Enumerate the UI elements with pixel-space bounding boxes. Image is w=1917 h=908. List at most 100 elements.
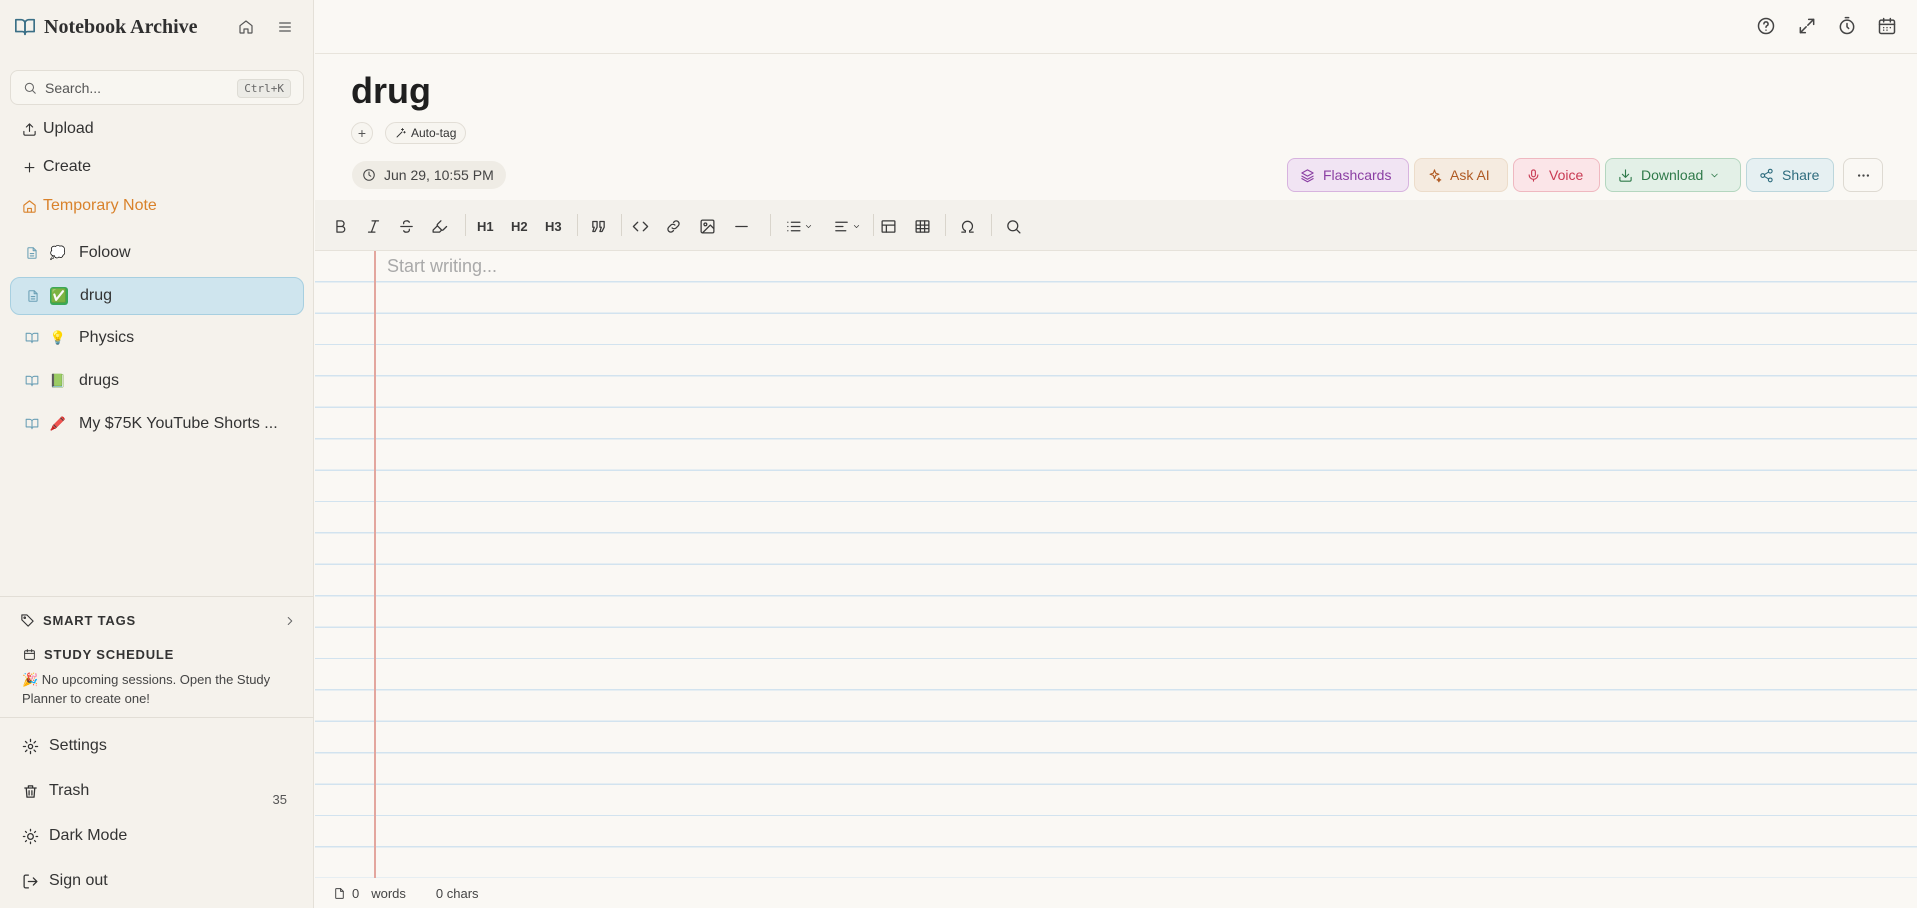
chevron-down-icon bbox=[805, 224, 812, 228]
note-emoji: 🖍️ bbox=[49, 416, 67, 431]
download-icon bbox=[1619, 168, 1632, 182]
editor-area[interactable] bbox=[315, 251, 1917, 878]
create-button[interactable]: Create bbox=[22, 158, 91, 176]
heading-3-button[interactable]: H3 bbox=[545, 216, 562, 236]
table-grid-button[interactable] bbox=[914, 216, 931, 236]
blockquote-button[interactable] bbox=[590, 216, 607, 236]
align-dropdown[interactable] bbox=[833, 216, 861, 236]
share-button[interactable]: Share bbox=[1746, 158, 1834, 192]
search-placeholder: Search... bbox=[45, 79, 102, 96]
expand-icon[interactable] bbox=[1797, 16, 1817, 36]
sign-out-icon bbox=[23, 873, 38, 889]
italic-button[interactable] bbox=[365, 216, 382, 236]
highlight-button[interactable] bbox=[431, 216, 448, 236]
chevron-down-icon bbox=[853, 224, 860, 228]
list-dropdown[interactable] bbox=[785, 216, 813, 236]
sign-out-label: Sign out bbox=[49, 872, 108, 889]
flashcards-button[interactable]: Flashcards bbox=[1287, 158, 1409, 192]
main-content: drug + Auto-tag Jun 29, 10:55 PM Flashca… bbox=[315, 0, 1917, 908]
note-emoji: 💭 bbox=[49, 245, 67, 260]
table-icon bbox=[881, 219, 896, 233]
document-title[interactable]: drug bbox=[351, 70, 431, 112]
temporary-note-button[interactable]: Temporary Note bbox=[22, 197, 157, 215]
share-icon bbox=[1760, 168, 1773, 182]
page-icon bbox=[28, 290, 38, 302]
ask-ai-button[interactable]: Ask AI bbox=[1414, 158, 1508, 192]
smart-tags-header[interactable]: SMART TAGS bbox=[20, 613, 136, 628]
image-icon bbox=[700, 218, 715, 234]
search-icon bbox=[1007, 219, 1021, 234]
auto-tag-label: Auto-tag bbox=[411, 126, 457, 140]
date-label: Jun 29, 10:55 PM bbox=[384, 167, 494, 183]
home-icon bbox=[239, 20, 253, 34]
menu-button[interactable] bbox=[274, 16, 296, 38]
code-icon bbox=[632, 221, 649, 231]
italic-icon bbox=[367, 219, 380, 233]
plus-icon bbox=[24, 162, 35, 172]
document-date: Jun 29, 10:55 PM bbox=[352, 161, 506, 189]
sidebar-note-drugs[interactable]: 📗 drugs bbox=[10, 362, 304, 400]
bold-button[interactable] bbox=[332, 216, 349, 236]
toolbar-separator bbox=[991, 214, 992, 236]
sidebar: Notebook Archive Search... Ctrl+K Upload… bbox=[0, 0, 314, 908]
notebook-icon bbox=[25, 332, 39, 344]
strikethrough-button[interactable] bbox=[398, 216, 415, 236]
auto-tag-button[interactable]: Auto-tag bbox=[385, 122, 467, 144]
table-button[interactable] bbox=[880, 216, 897, 236]
toolbar-separator bbox=[621, 214, 622, 236]
link-button[interactable] bbox=[665, 216, 682, 236]
home-button[interactable] bbox=[235, 16, 257, 38]
search-input[interactable]: Search... Ctrl+K bbox=[10, 70, 304, 105]
app-title: Notebook Archive bbox=[44, 15, 198, 38]
document-icon bbox=[335, 887, 344, 899]
image-button[interactable] bbox=[699, 216, 716, 236]
dark-mode-toggle[interactable]: Dark Mode bbox=[22, 827, 127, 845]
h1-label: H1 bbox=[477, 218, 494, 234]
search-icon bbox=[24, 82, 36, 94]
sidebar-header: Notebook Archive bbox=[0, 0, 314, 54]
find-button[interactable] bbox=[1005, 216, 1022, 236]
sidebar-note-youtube-shorts[interactable]: 🖍️ My $75K YouTube Shorts ... bbox=[10, 405, 304, 443]
sidebar-note-foloow[interactable]: 💭 Foloow bbox=[10, 234, 304, 272]
code-button[interactable] bbox=[632, 216, 649, 236]
study-schedule-message: 🎉 No upcoming sessions. Open the Study P… bbox=[22, 672, 271, 706]
note-label: My $75K YouTube Shorts ... bbox=[79, 415, 278, 432]
special-character-button[interactable] bbox=[959, 216, 976, 236]
note-label: drugs bbox=[79, 372, 120, 389]
align-left-icon bbox=[835, 221, 848, 231]
sidebar-note-drug[interactable]: ✅ drug bbox=[10, 277, 304, 315]
chevron-right-icon[interactable] bbox=[283, 614, 297, 628]
chevron-down-icon bbox=[1711, 173, 1718, 177]
words-label: words bbox=[371, 885, 406, 901]
help-icon[interactable] bbox=[1756, 16, 1776, 36]
tag-icon bbox=[21, 614, 34, 627]
settings-button[interactable]: Settings bbox=[22, 737, 107, 755]
editor-toolbar: H1 H2 H3 bbox=[315, 200, 1917, 251]
layers-icon bbox=[1301, 168, 1314, 182]
calendar-icon[interactable] bbox=[1877, 16, 1897, 36]
add-tag-button[interactable]: + bbox=[351, 122, 373, 144]
dark-mode-label: Dark Mode bbox=[49, 827, 128, 844]
horizontal-rule-button[interactable] bbox=[733, 216, 750, 236]
more-options-button[interactable] bbox=[1843, 158, 1883, 192]
trash-count-badge: 35 bbox=[272, 792, 287, 807]
note-emoji: 💡 bbox=[49, 330, 67, 345]
toolbar-separator bbox=[465, 214, 466, 236]
word-count: 0 bbox=[352, 885, 360, 901]
upload-button[interactable]: Upload bbox=[22, 120, 94, 138]
trash-button[interactable]: Trash bbox=[22, 782, 89, 800]
home-icon bbox=[23, 199, 36, 213]
timer-icon[interactable] bbox=[1837, 16, 1857, 36]
sparkle-icon bbox=[396, 128, 406, 138]
voice-button[interactable]: Voice bbox=[1513, 158, 1600, 192]
note-label: Physics bbox=[79, 329, 135, 346]
sign-out-button[interactable]: Sign out bbox=[22, 872, 108, 890]
sidebar-note-physics[interactable]: 💡 Physics bbox=[10, 319, 304, 357]
download-button[interactable]: Download bbox=[1605, 158, 1741, 192]
heading-2-button[interactable]: H2 bbox=[511, 216, 528, 236]
divider bbox=[0, 596, 314, 597]
settings-label: Settings bbox=[49, 737, 107, 754]
heading-1-button[interactable]: H1 bbox=[477, 216, 494, 236]
create-label: Create bbox=[43, 158, 92, 175]
toolbar-separator bbox=[770, 214, 771, 236]
